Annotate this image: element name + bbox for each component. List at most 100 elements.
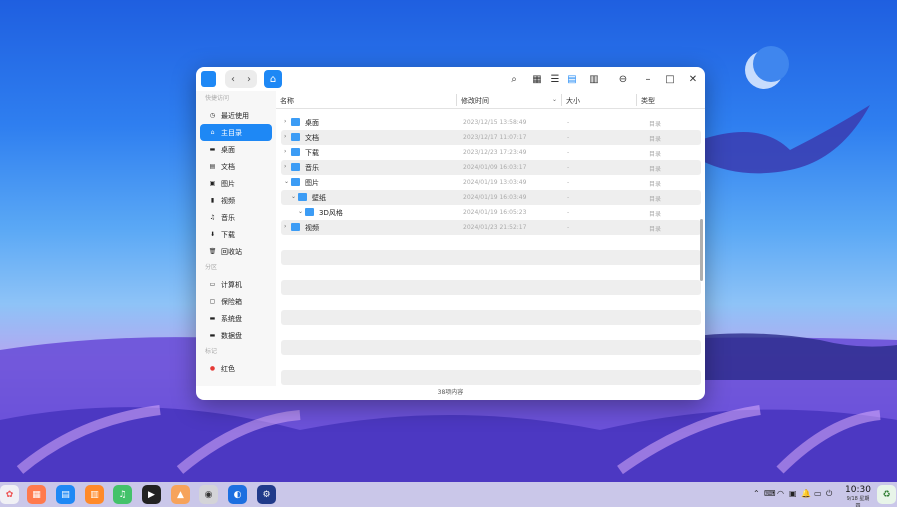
vertical-scrollbar[interactable] bbox=[700, 219, 703, 281]
row-date: 2024/01/19 13:03:49 bbox=[463, 179, 527, 186]
sidebar-item-tag-red[interactable]: ● 红色 bbox=[200, 360, 272, 377]
sidebar-item-label: 红色 bbox=[221, 364, 235, 373]
chevron-right-icon[interactable]: › bbox=[284, 223, 286, 230]
image-viewer-icon[interactable]: ▲ bbox=[171, 485, 190, 504]
power-icon[interactable]: ⏻ bbox=[826, 489, 832, 499]
table-row[interactable]: › 视频 2024/01/23 21:52:17 - 目录 bbox=[281, 220, 701, 235]
sidebar-item-label: 系统盘 bbox=[221, 314, 242, 323]
document-icon: ▤ bbox=[209, 163, 216, 170]
table-row[interactable]: › 桌面 2023/12/15 13:58:49 - 目录 bbox=[281, 115, 701, 130]
sidebar-item-home[interactable]: ⌂ 主目录 bbox=[200, 124, 272, 141]
table-row[interactable]: ⌄ 壁纸 2024/01/19 16:03:49 - 目录 bbox=[281, 190, 701, 205]
detail-panel-icon[interactable]: ▥ bbox=[587, 72, 601, 86]
sidebar-item-label: 最近使用 bbox=[221, 111, 249, 120]
notification-icon[interactable]: 🔔 bbox=[801, 489, 811, 498]
browser-icon[interactable]: ◐ bbox=[228, 485, 247, 504]
table-row[interactable]: › 音乐 2024/01/09 16:03:17 - 目录 bbox=[281, 160, 701, 175]
video-player-icon[interactable]: ▶ bbox=[142, 485, 161, 504]
folder-icon bbox=[291, 223, 300, 231]
music-app-icon[interactable]: ♫ bbox=[113, 485, 132, 504]
sidebar-item-pictures[interactable]: ▣ 图片 bbox=[200, 175, 272, 192]
sidebar-item-documents[interactable]: ▤ 文档 bbox=[200, 158, 272, 175]
sidebar: 快捷访问 ◷ 最近使用 ⌂ 主目录 ▬ 桌面 ▤ 文档 ▣ 图片 ▮ 视频 ♫ 音乐 ⬇ 下载 … bbox=[196, 91, 276, 386]
disk-icon: ▬ bbox=[209, 315, 216, 322]
desktop-icon: ▬ bbox=[209, 146, 216, 153]
header-name[interactable]: 名称 bbox=[280, 96, 294, 106]
sidebar-item-label: 桌面 bbox=[221, 145, 235, 154]
header-modified[interactable]: 修改时间 bbox=[461, 96, 489, 106]
row-date: 2024/01/09 16:03:17 bbox=[463, 164, 527, 171]
chevron-right-icon[interactable]: › bbox=[284, 163, 286, 170]
file-manager-icon[interactable]: ▤ bbox=[56, 485, 75, 504]
minimize-icon[interactable]: – bbox=[641, 72, 655, 86]
maximize-icon[interactable]: □ bbox=[663, 72, 677, 86]
recycle-bin-icon[interactable]: ♻ bbox=[877, 485, 896, 504]
row-type: 目录 bbox=[649, 166, 662, 173]
back-button[interactable]: ‹ bbox=[225, 70, 241, 88]
multitask-icon[interactable]: ▦ bbox=[27, 485, 46, 504]
row-size: - bbox=[567, 134, 570, 141]
chevron-down-icon[interactable]: ⌄ bbox=[298, 208, 303, 215]
sidebar-item-vault[interactable]: ▢ 保险箱 bbox=[200, 293, 272, 310]
row-name: 文档 bbox=[305, 134, 319, 142]
clock[interactable]: 10:30 9/18 星期四 bbox=[845, 485, 871, 507]
sidebar-item-recent[interactable]: ◷ 最近使用 bbox=[200, 107, 272, 124]
folder-icon bbox=[305, 208, 314, 216]
sidebar-item-label: 文档 bbox=[221, 162, 235, 171]
close-icon[interactable]: ✕ bbox=[686, 72, 700, 86]
red-dot-icon: ● bbox=[209, 365, 216, 372]
row-type: 目录 bbox=[649, 226, 662, 233]
keyboard-icon[interactable]: ⌨ bbox=[764, 489, 776, 498]
folder-app-icon[interactable] bbox=[201, 71, 216, 87]
chevron-right-icon[interactable]: › bbox=[284, 118, 286, 125]
chevron-right-icon[interactable]: › bbox=[284, 148, 286, 155]
settings-icon[interactable]: ⚙ bbox=[257, 485, 276, 504]
header-size[interactable]: 大小 bbox=[566, 96, 580, 106]
list-view-icon[interactable]: ☰ bbox=[548, 72, 562, 86]
launcher-icon[interactable]: ✿ bbox=[0, 485, 19, 504]
icon-view-icon[interactable]: ▦ bbox=[530, 72, 544, 86]
chevron-down-icon[interactable]: ⌄ bbox=[284, 178, 289, 185]
chevron-right-icon[interactable]: › bbox=[284, 133, 286, 140]
download-icon: ⬇ bbox=[209, 231, 216, 238]
table-row[interactable]: ⌄ 3D风格 2024/01/19 16:05:23 - 目录 bbox=[281, 205, 701, 220]
app-store-icon[interactable]: ▥ bbox=[85, 485, 104, 504]
sidebar-item-data-disk[interactable]: ▬ 数据盘 bbox=[200, 327, 272, 344]
row-date: 2024/01/19 16:05:23 bbox=[463, 209, 527, 216]
sidebar-item-desktop[interactable]: ▬ 桌面 bbox=[200, 141, 272, 158]
menu-icon[interactable]: ⊖ bbox=[616, 72, 630, 86]
chevron-down-icon[interactable]: ⌄ bbox=[291, 193, 296, 200]
forward-button[interactable]: › bbox=[241, 70, 257, 88]
sidebar-item-videos[interactable]: ▮ 视频 bbox=[200, 192, 272, 209]
picture-icon: ▣ bbox=[209, 180, 216, 187]
tray-expand-icon[interactable]: ⌃ bbox=[753, 489, 760, 498]
row-name: 视频 bbox=[305, 224, 319, 232]
taskbar: ✿ ▦ ▤ ▥ ♫ ▶ ▲ ◉ ◐ ⚙ ⌃ ⌨ ◠ ▣ 🔔 ▭ ⏻ 10:30 … bbox=[0, 482, 897, 507]
wifi-icon[interactable]: ◠ bbox=[777, 489, 784, 498]
tree-view-icon[interactable]: ▤ bbox=[565, 72, 579, 86]
breadcrumb-home-icon[interactable]: ⌂ bbox=[264, 70, 282, 88]
row-size: - bbox=[567, 209, 570, 216]
table-row[interactable]: › 文档 2023/12/17 11:07:17 - 目录 bbox=[281, 130, 701, 145]
sidebar-item-label: 计算机 bbox=[221, 280, 242, 289]
file-list: 名称 修改时间 ⌄ 大小 类型 › 桌面 2023/12/15 13:58:49… bbox=[276, 91, 705, 386]
table-row[interactable]: ⌄ 图片 2024/01/19 13:03:49 - 目录 bbox=[281, 175, 701, 190]
camera-icon[interactable]: ◉ bbox=[199, 485, 218, 504]
sidebar-item-music[interactable]: ♫ 音乐 bbox=[200, 209, 272, 226]
row-date: 2023/12/17 11:07:17 bbox=[463, 134, 527, 141]
sort-chevron-down-icon[interactable]: ⌄ bbox=[552, 96, 557, 103]
sidebar-item-system-disk[interactable]: ▬ 系统盘 bbox=[200, 310, 272, 327]
header-type[interactable]: 类型 bbox=[641, 96, 655, 106]
search-icon[interactable]: ⌕ bbox=[507, 72, 521, 86]
sidebar-item-computer[interactable]: ▭ 计算机 bbox=[200, 276, 272, 293]
sidebar-item-downloads[interactable]: ⬇ 下载 bbox=[200, 226, 272, 243]
screenshot-icon[interactable]: ▣ bbox=[789, 489, 797, 498]
vault-icon: ▢ bbox=[209, 298, 216, 305]
row-name: 桌面 bbox=[305, 119, 319, 127]
battery-icon[interactable]: ▭ bbox=[814, 489, 822, 498]
sidebar-item-trash[interactable]: 🗑 回收站 bbox=[200, 243, 272, 260]
sidebar-item-label: 数据盘 bbox=[221, 331, 242, 340]
empty-row bbox=[281, 250, 701, 265]
title-bar: ‹ › ⌂ ⌕ ▦ ☰ ▤ ▥ ⊖ – □ ✕ bbox=[196, 67, 705, 91]
table-row[interactable]: › 下载 2023/12/23 17:23:49 - 目录 bbox=[281, 145, 701, 160]
